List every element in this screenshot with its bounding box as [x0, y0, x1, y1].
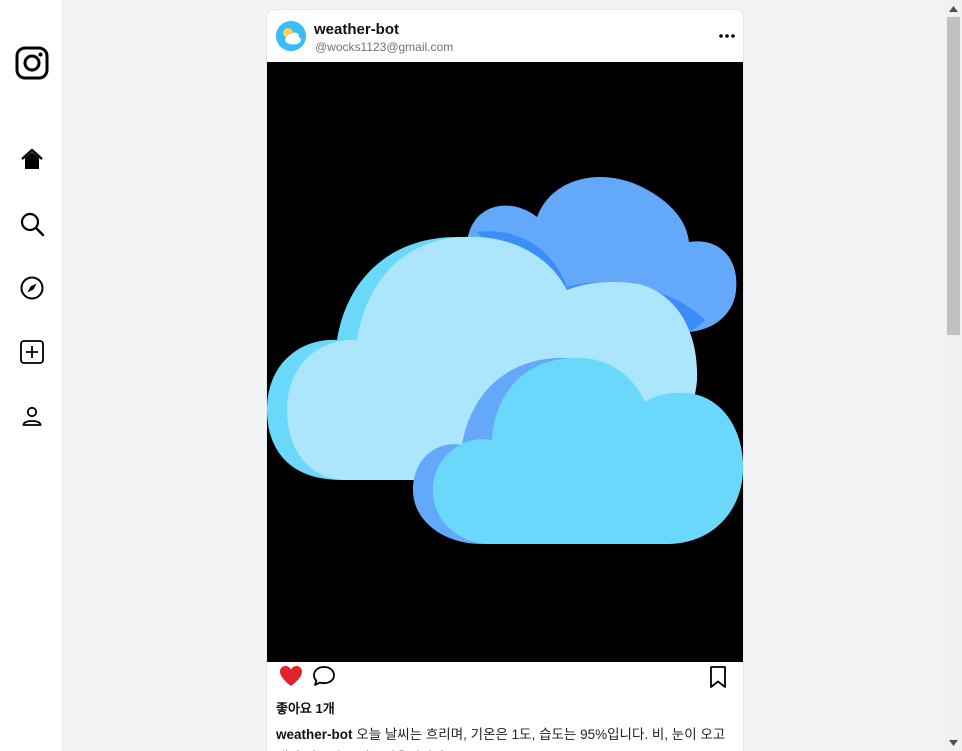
instagram-logo-icon[interactable]: [15, 46, 49, 80]
scroll-down-arrow-icon[interactable]: [945, 734, 962, 751]
post-header: weather-bot @wocks1123@gmail.com: [267, 10, 743, 62]
search-icon[interactable]: [15, 207, 49, 241]
explore-compass-icon[interactable]: [15, 271, 49, 305]
post-user-email: @wocks1123@gmail.com: [315, 40, 454, 54]
post-caption: weather-bot 오늘 날씨는 흐리며, 기온은 1도, 습도는 95%입…: [276, 723, 736, 751]
more-dots-icon[interactable]: [717, 28, 737, 44]
comment-icon[interactable]: [312, 665, 338, 689]
avatar[interactable]: [276, 21, 306, 51]
create-post-icon[interactable]: [15, 335, 49, 369]
heart-icon[interactable]: [279, 665, 305, 689]
bookmark-icon[interactable]: [708, 665, 734, 689]
sidebar: [0, 0, 63, 751]
vertical-scrollbar[interactable]: [945, 0, 962, 751]
post-card: weather-bot @wocks1123@gmail.com 좋아요 1개 …: [266, 9, 744, 751]
clouds-illustration: [267, 177, 743, 544]
profile-icon[interactable]: [15, 399, 49, 433]
caption-username[interactable]: weather-bot: [276, 727, 353, 742]
post-image[interactable]: [267, 62, 743, 662]
likes-count[interactable]: 좋아요 1개: [276, 698, 335, 717]
scroll-up-arrow-icon[interactable]: [945, 0, 962, 17]
post-username[interactable]: weather-bot: [314, 21, 399, 38]
home-icon[interactable]: [15, 143, 49, 177]
post-actions: [267, 663, 743, 693]
scrollbar-thumb[interactable]: [947, 17, 960, 335]
